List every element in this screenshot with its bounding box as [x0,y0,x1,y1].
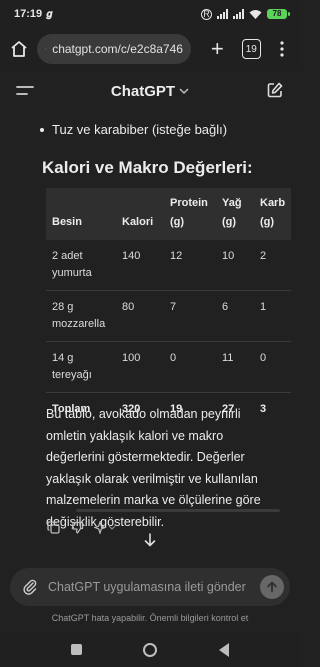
cell-calories: 80 [116,290,164,342]
cell-food: 28 g mozzarella [46,290,116,342]
cell-fat: 6 [216,290,254,342]
status-bar: 17:19 𝒈 R 78 [0,0,300,28]
edit-icon[interactable] [266,81,284,99]
notification-icon: 𝒈 [46,8,53,20]
cell-calories: 100 [116,341,164,393]
browser-menu-button[interactable] [273,34,292,64]
disclaimer-text: ChatGPT hata yapabilir. Önemli bilgileri… [51,613,249,623]
arrow-down-icon[interactable] [142,532,158,548]
signal-icon [217,9,228,19]
message-actions [46,520,116,534]
menu-icon [280,41,285,57]
wifi-icon [249,10,262,19]
model-selector[interactable]: ChatGPT [111,83,189,100]
chevron-down-icon [179,88,189,95]
table-header-row: Besin Kalori Protein (g) Yağ (g) Karb (g… [46,188,292,240]
hamburger-icon[interactable] [16,83,34,99]
system-nav-bar [0,632,300,667]
tabs-button[interactable]: 19 [241,39,261,59]
cell-food: 2 adet yumurta [46,240,116,291]
alarm-icon: R [201,8,212,20]
cell-protein: 12 [164,240,216,291]
send-button[interactable] [260,575,284,599]
section-heading: Kalori ve Makro Değerleri: [42,158,253,177]
new-tab-button[interactable]: + [203,34,232,64]
cell-protein: 0 [164,341,216,393]
nutrition-table: Besin Kalori Protein (g) Yağ (g) Karb (g… [46,188,292,426]
home-button[interactable] [8,37,31,61]
battery-icon: 78 [267,9,290,19]
cell-fat: 10 [216,240,254,291]
list-item: Tuz ve karabiber (isteğe bağlı) [39,122,228,137]
message-composer[interactable]: ChatGPT uygulamasına ileti gönder [10,568,290,606]
sparkle-icon [94,520,116,534]
table-row: 14 g tereyağı 100 0 11 0 [46,341,292,393]
response-paragraph: Bu tablo, avokado olmadan peynirli omlet… [46,407,261,529]
copy-button[interactable] [46,520,60,534]
regenerate-button[interactable] [94,520,116,534]
chat-content: Tuz ve karabiber (isteğe bağlı) Kalori v… [0,112,300,560]
cell-fat: 11 [216,341,254,393]
address-bar[interactable]: chatgpt.com/c/e2c8a746 [36,34,191,64]
cell-carb: 2 [254,240,292,291]
table-row: 28 g mozzarella 80 7 6 1 [46,290,292,342]
thumbs-down-icon [71,521,83,534]
status-time: 17:19 [14,8,43,20]
dislike-button[interactable] [70,520,84,534]
header-food: Besin [52,216,82,228]
send-icon [267,581,277,593]
table-row: 2 adet yumurta 140 12 10 2 [46,240,292,291]
signal-2-icon [233,9,244,19]
browser-toolbar: chatgpt.com/c/e2c8a746 + 19 [0,28,300,70]
app-header: ChatGPT [0,70,300,112]
site-settings-icon [44,48,47,50]
home-icon [11,41,28,57]
cell-calories: 140 [116,240,164,291]
tab-count: 19 [245,43,257,55]
header-carb: Karb (g) [260,197,286,228]
cell-carb: 1 [254,290,292,342]
cell-food: 14 g tereyağı [46,341,116,393]
cell-carb: 0 [254,341,292,393]
header-fat: Yağ (g) [222,197,242,228]
header-protein: Protein (g) [170,197,208,228]
back-button[interactable] [219,642,230,657]
copy-icon [46,520,60,534]
attach-icon[interactable] [22,579,38,595]
horizontal-scrollbar[interactable] [76,509,280,512]
header-calories: Kalori [122,216,154,228]
app-title: ChatGPT [110,82,176,100]
url-text: chatgpt.com/c/e2c8a746 [52,42,183,56]
recents-button[interactable] [70,644,82,655]
home-nav-button[interactable] [143,642,158,657]
message-input[interactable]: ChatGPT uygulamasına ileti gönder [48,580,260,594]
plus-icon: + [210,36,224,61]
cell-protein: 7 [164,290,216,342]
